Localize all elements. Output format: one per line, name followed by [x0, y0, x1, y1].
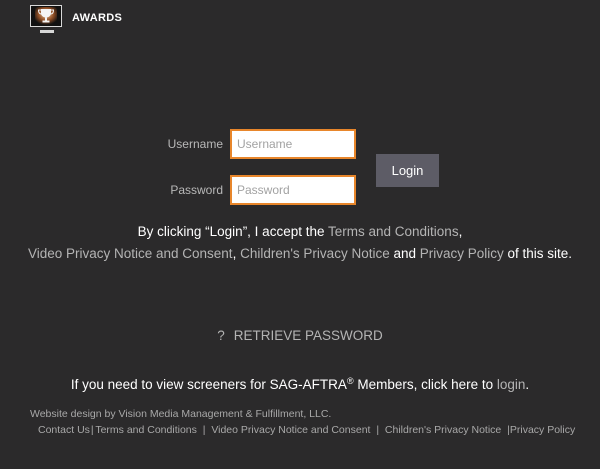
sag-suffix: . — [525, 377, 530, 392]
terms-and-conditions-link[interactable]: Terms and Conditions — [328, 224, 459, 239]
monitor-screen — [30, 5, 62, 27]
footer-terms-link[interactable]: Terms and Conditions — [95, 424, 197, 436]
footer-privacy-policy-link[interactable]: Privacy Policy — [510, 424, 575, 436]
password-row: Password — [167, 175, 356, 205]
privacy-policy-link[interactable]: Privacy Policy — [420, 246, 504, 261]
terms-notice: By clicking “Login”, I accept the Terms … — [20, 221, 580, 264]
logo-text[interactable]: AWARDS — [72, 12, 122, 24]
footer-contact-us-link[interactable]: Contact Us — [38, 424, 90, 436]
footer-separator: | — [202, 424, 206, 436]
sag-prefix: If you need to view screeners for SAG-AF… — [70, 377, 347, 392]
password-label: Password — [170, 183, 223, 197]
username-row: Username — [167, 129, 356, 159]
footer-separator: | — [376, 424, 380, 436]
sag-middle: Members, click here to — [353, 377, 497, 392]
site-header: AWARDS — [30, 5, 122, 35]
registered-mark: ® — [346, 376, 354, 386]
footer-links: Contact Us | Terms and Conditions | Vide… — [38, 424, 575, 436]
terms-comma: , — [458, 224, 463, 239]
footer-video-privacy-link[interactable]: Video Privacy Notice and Consent — [211, 424, 370, 436]
video-privacy-link[interactable]: Video Privacy Notice and Consent — [28, 246, 233, 261]
monitor-stand — [40, 30, 54, 33]
terms-suffix: of this site. — [503, 245, 573, 261]
question-icon: ? — [217, 328, 225, 343]
footer-separator: | — [90, 424, 94, 436]
retrieve-password-link[interactable]: ? RETRIEVE PASSWORD — [0, 328, 600, 343]
trophy-monitor-icon[interactable] — [30, 5, 64, 35]
terms-and: and — [389, 245, 420, 261]
username-label: Username — [167, 137, 223, 151]
terms-comma-2: , — [232, 245, 241, 261]
terms-prefix: By clicking “Login”, I accept the — [137, 224, 328, 239]
login-button[interactable]: Login — [376, 154, 439, 187]
sag-login-link[interactable]: login — [497, 377, 526, 392]
password-input[interactable] — [230, 175, 356, 205]
trophy-icon — [35, 7, 57, 25]
username-input[interactable] — [230, 129, 356, 159]
retrieve-password-label: RETRIEVE PASSWORD — [233, 328, 383, 343]
footer-credit: Website design by Vision Media Managemen… — [30, 408, 332, 420]
childrens-privacy-link[interactable]: Children's Privacy Notice — [240, 246, 390, 261]
sag-aftra-notice: If you need to view screeners for SAG-AF… — [0, 376, 600, 393]
footer-childrens-privacy-link[interactable]: Children's Privacy Notice — [385, 424, 501, 436]
